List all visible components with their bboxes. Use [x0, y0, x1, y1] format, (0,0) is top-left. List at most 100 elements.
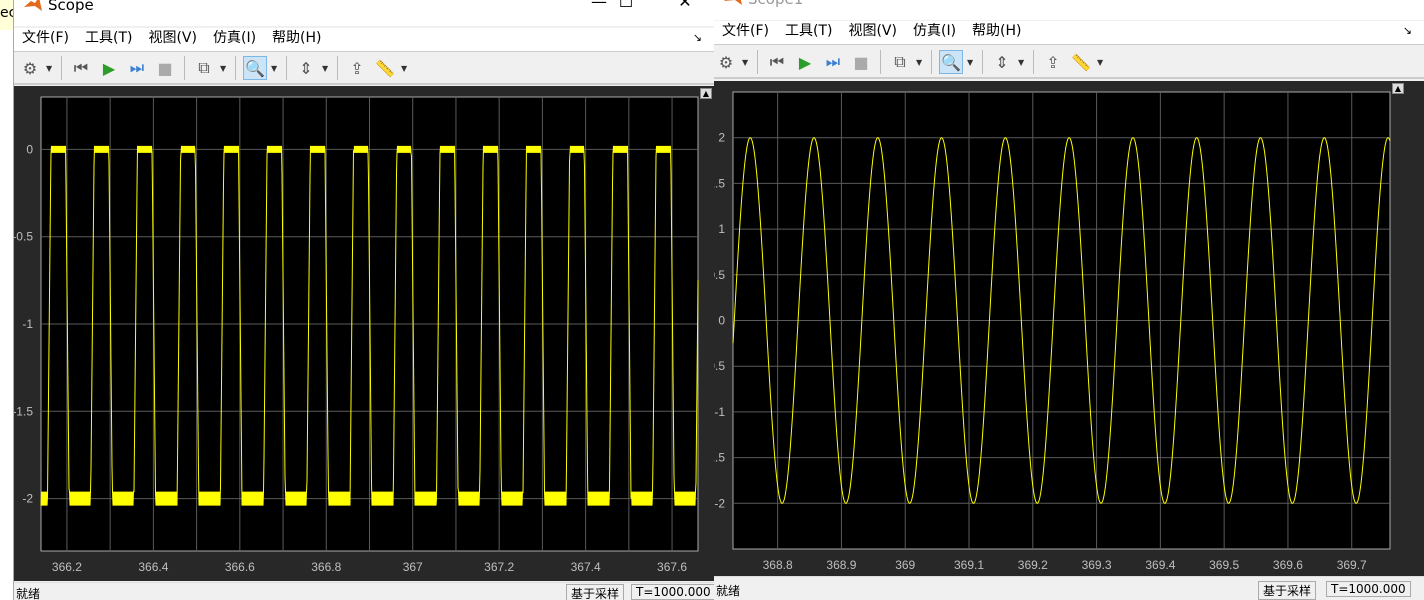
gear-dropdown[interactable]: ▼ [46, 64, 54, 73]
minimize-button[interactable]: — [584, 0, 614, 11]
toolbar-separator [1033, 50, 1034, 74]
step-back-icon[interactable]: ⏮ [765, 50, 789, 74]
measure-icon[interactable]: 📏 [373, 56, 397, 80]
autoscale-icon[interactable]: ⇕ [990, 50, 1014, 74]
menu-tools[interactable]: 工具(T) [77, 28, 140, 51]
toolbar-separator [982, 50, 983, 74]
x-tick-label: 368.8 [763, 558, 793, 572]
sample-mode: 基于采样 [1258, 581, 1317, 600]
status-ready: 就绪 [716, 584, 741, 598]
x-tick-label: 367.4 [571, 560, 601, 574]
y-tick-label: -1 [714, 405, 725, 419]
x-tick-label: 367.6 [657, 560, 687, 574]
x-tick-label: 369.1 [954, 558, 984, 572]
toolbar-separator [931, 50, 932, 74]
restore-axes-icon[interactable]: ▲ [700, 88, 712, 99]
plot-frame: ▲ 368.8 368.9 369 369.1 369.2 369.3 369.4 369.5… [714, 81, 1424, 576]
title-bar[interactable]: Scope — ☐ ✕ [14, 0, 714, 26]
toolbar-separator [286, 56, 287, 80]
matlab-logo-icon [24, 0, 42, 11]
autoscale-dropdown[interactable]: ▼ [322, 64, 330, 73]
window-title: Scope [48, 0, 94, 14]
minimize-button[interactable]: — [1299, 0, 1329, 5]
restore-axes-icon[interactable]: ▲ [1392, 83, 1404, 94]
autoscale-icon[interactable]: ⇕ [294, 56, 318, 80]
y-tick-label: -1 [22, 317, 33, 331]
menu-view[interactable]: 视图(V) [140, 28, 205, 51]
x-tick-label: 366.8 [311, 560, 341, 574]
x-tick-label: 366.4 [138, 560, 168, 574]
menu-simulation[interactable]: 仿真(I) [905, 21, 964, 44]
x-tick-label: 369.4 [1145, 558, 1175, 572]
toolbar-separator [61, 56, 62, 80]
menu-file[interactable]: 文件(F) [14, 28, 77, 51]
x-tick-label: 369.2 [1018, 558, 1048, 572]
window-title: Scope1 [748, 0, 803, 8]
toolbar-separator [337, 56, 338, 80]
close-button[interactable]: ✕ [670, 0, 700, 11]
measure-icon[interactable]: 📏 [1069, 50, 1093, 74]
step-forward-icon[interactable]: ⏭ [125, 56, 149, 80]
zoom-in-icon[interactable]: 🔍 [243, 56, 267, 80]
menu-help[interactable]: 帮助(H) [964, 21, 1029, 44]
zoom-in-dropdown[interactable]: ▼ [967, 58, 975, 67]
y-tick-label: -1.5 [14, 404, 33, 418]
highlight-block-icon[interactable]: ⇪ [345, 56, 369, 80]
toolbar: ⚙ ▼ ⏮ ▶ ⏭ ■ ⧉ ▼ 🔍 ▼ ⇕ ▼ ⇪ 📏 ▼ [714, 47, 1424, 79]
x-tick-label: 369.6 [1273, 558, 1303, 572]
scope-plot[interactable]: 366.2 366.4 366.6 366.8 367 367.2 367.4 367.6 0 -… [14, 86, 714, 581]
step-back-icon[interactable]: ⏮ [69, 56, 93, 80]
toolbar-separator [235, 56, 236, 80]
menu-file[interactable]: 文件(F) [714, 21, 777, 44]
gear-dropdown[interactable]: ▼ [742, 58, 750, 67]
y-tick-label: -2 [22, 492, 33, 506]
y-tick-label: 0 [26, 142, 33, 156]
menu-bar: 文件(F) 工具(T) 视图(V) 仿真(I) 帮助(H) ↘ [14, 28, 714, 52]
menu-help[interactable]: 帮助(H) [264, 28, 329, 51]
scope-window: Scope — ☐ ✕ 文件(F) 工具(T) 视图(V) 仿真(I) 帮助(H… [13, 0, 714, 600]
gear-icon[interactable]: ⚙ [714, 50, 738, 74]
background-window-fragment: ec [0, 0, 13, 30]
y-tick-label: -1.5 [714, 451, 725, 465]
y-tick-label: -0.5 [714, 359, 725, 373]
undock-icon[interactable]: ↘ [685, 28, 710, 48]
measure-dropdown[interactable]: ▼ [1097, 58, 1105, 67]
x-tick-label: 369.5 [1209, 558, 1239, 572]
x-tick-label: 366.6 [225, 560, 255, 574]
stop-icon[interactable]: ■ [849, 50, 873, 74]
autoscale-dropdown[interactable]: ▼ [1018, 58, 1026, 67]
run-icon[interactable]: ▶ [97, 56, 121, 80]
menu-tools[interactable]: 工具(T) [777, 21, 840, 44]
status-bar: 就绪 基于采样 T=1000.000 [14, 582, 714, 600]
y-tick-label: -0.5 [14, 230, 33, 244]
stop-icon[interactable]: ■ [153, 56, 177, 80]
step-forward-icon[interactable]: ⏭ [821, 50, 845, 74]
toolbar: ⚙ ▼ ⏮ ▶ ⏭ ■ ⧉ ▼ 🔍 ▼ ⇕ ▼ ⇪ 📏 ▼ [14, 53, 714, 85]
maximize-button[interactable]: ☐ [611, 0, 641, 11]
signal-select-dropdown[interactable]: ▼ [916, 58, 924, 67]
signal-select-icon[interactable]: ⧉ [888, 50, 912, 74]
scope1-window: Scope1 — ✕ 文件(F) 工具(T) 视图(V) 仿真(I) 帮助(H)… [714, 0, 1424, 600]
zoom-in-dropdown[interactable]: ▼ [271, 64, 279, 73]
highlight-block-icon[interactable]: ⇪ [1041, 50, 1065, 74]
matlab-logo-icon [724, 0, 742, 5]
toolbar-separator [757, 50, 758, 74]
undock-icon[interactable]: ↘ [1395, 21, 1420, 41]
gear-icon[interactable]: ⚙ [18, 56, 42, 80]
menu-simulation[interactable]: 仿真(I) [205, 28, 264, 51]
zoom-in-icon[interactable]: 🔍 [939, 50, 963, 74]
y-tick-label: 0 [718, 314, 725, 328]
signal-select-dropdown[interactable]: ▼ [220, 64, 228, 73]
status-ready: 就绪 [16, 587, 41, 600]
signal-select-icon[interactable]: ⧉ [192, 56, 216, 80]
run-icon[interactable]: ▶ [793, 50, 817, 74]
menu-view[interactable]: 视图(V) [840, 21, 905, 44]
title-bar[interactable]: Scope1 — ✕ [714, 0, 1424, 20]
x-tick-label: 367.2 [484, 560, 514, 574]
toolbar-separator [880, 50, 881, 74]
sim-time: T=1000.000 [631, 584, 714, 600]
scope1-plot[interactable]: 368.8 368.9 369 369.1 369.2 369.3 369.4 369.5 36… [714, 81, 1424, 576]
menu-bar: 文件(F) 工具(T) 视图(V) 仿真(I) 帮助(H) ↘ [714, 21, 1424, 45]
measure-dropdown[interactable]: ▼ [401, 64, 409, 73]
close-button[interactable]: ✕ [1354, 0, 1384, 5]
